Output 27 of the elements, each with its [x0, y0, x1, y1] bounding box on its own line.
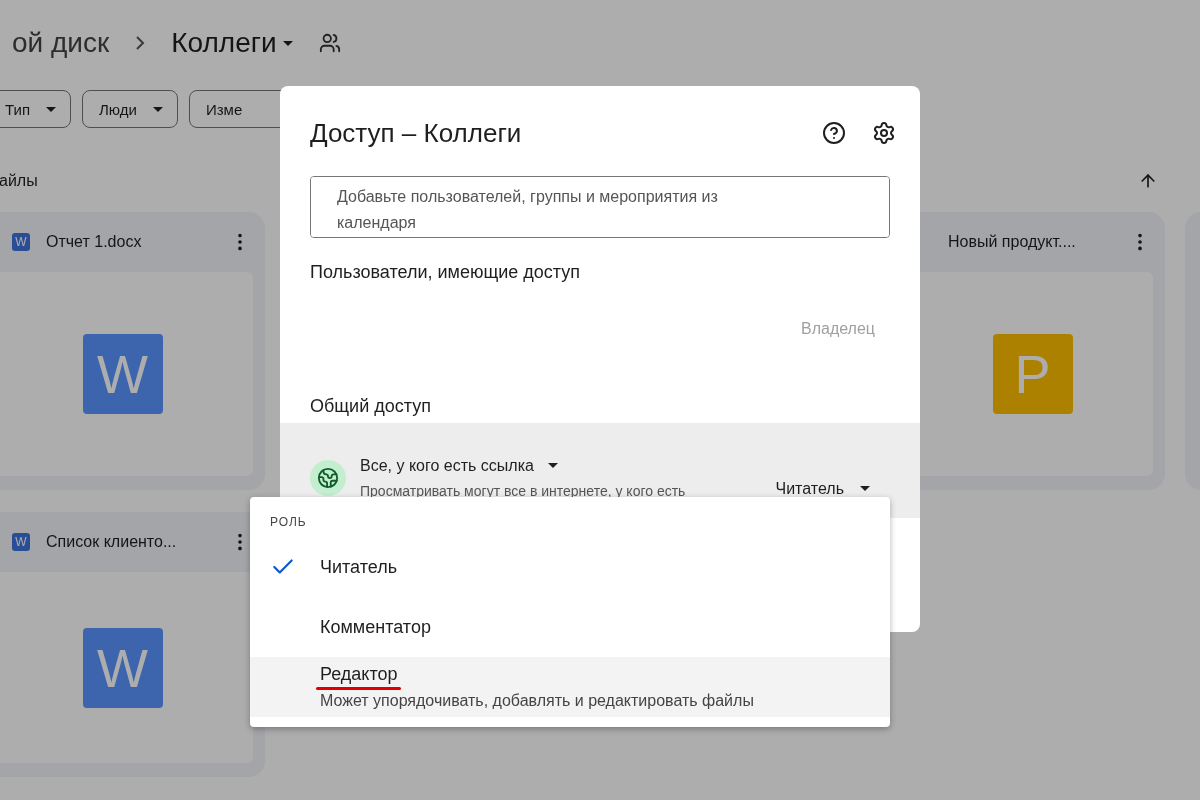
- file-type-tile: W: [82, 334, 163, 414]
- section-heading: Пользователи, имеющие доступ: [310, 262, 581, 283]
- file-type-icon: W: [12, 533, 30, 551]
- file-name: Новый продукт....: [948, 233, 1077, 251]
- filter-chip[interactable]: Люди: [82, 90, 178, 128]
- section-heading: Общий доступ: [310, 396, 432, 417]
- access-dropdown[interactable]: Все, у кого есть ссылка: [360, 456, 558, 475]
- file-card[interactable]: W Отчет 1.docx W: [0, 212, 265, 490]
- breadcrumb-parent[interactable]: ой диск: [12, 27, 110, 59]
- menu-item[interactable]: Редактор Может упорядочивать, добавлять и редактировать файлы: [250, 657, 890, 717]
- owner-role: Владелец: [801, 320, 875, 338]
- file-name: Отчет 1.docx: [46, 233, 143, 251]
- menu-item-label: Читатель: [320, 556, 398, 578]
- section-title: айлы: [0, 172, 38, 190]
- menu-heading: РОЛЬ: [270, 515, 308, 531]
- file-name: Список клиенто...: [46, 533, 178, 551]
- add-people-field[interactable]: Добавьте пользователей, группы и мероприятия из календаря: [310, 176, 890, 238]
- menu-item-label: Редактор: [320, 664, 398, 685]
- dialog-title: Доступ – Коллеги: [310, 117, 523, 149]
- file-type-tile: W: [82, 627, 163, 708]
- file-type-tile: P: [992, 334, 1073, 414]
- filter-chip[interactable]: Тип: [0, 90, 71, 128]
- menu-item-label: Комментатор: [320, 616, 431, 638]
- menu-item-description: Может упорядочивать, добавлять и редактировать файлы: [320, 692, 754, 710]
- file-card[interactable]: W Список клиенто... W: [0, 512, 265, 777]
- breadcrumb-current[interactable]: Коллеги: [171, 27, 277, 59]
- file-type-icon: W: [12, 233, 30, 251]
